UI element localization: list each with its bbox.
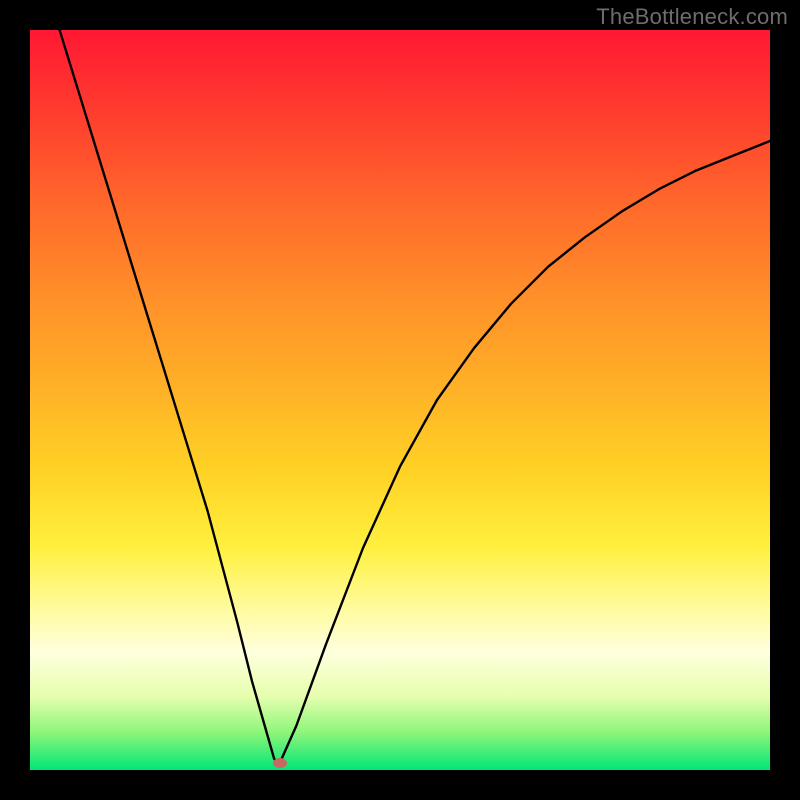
bottleneck-curve [60,30,770,763]
optimal-point-marker [273,758,287,768]
watermark-text: TheBottleneck.com [596,4,788,30]
plot-area [30,30,770,770]
chart-frame: TheBottleneck.com [0,0,800,800]
curve-svg [30,30,770,770]
